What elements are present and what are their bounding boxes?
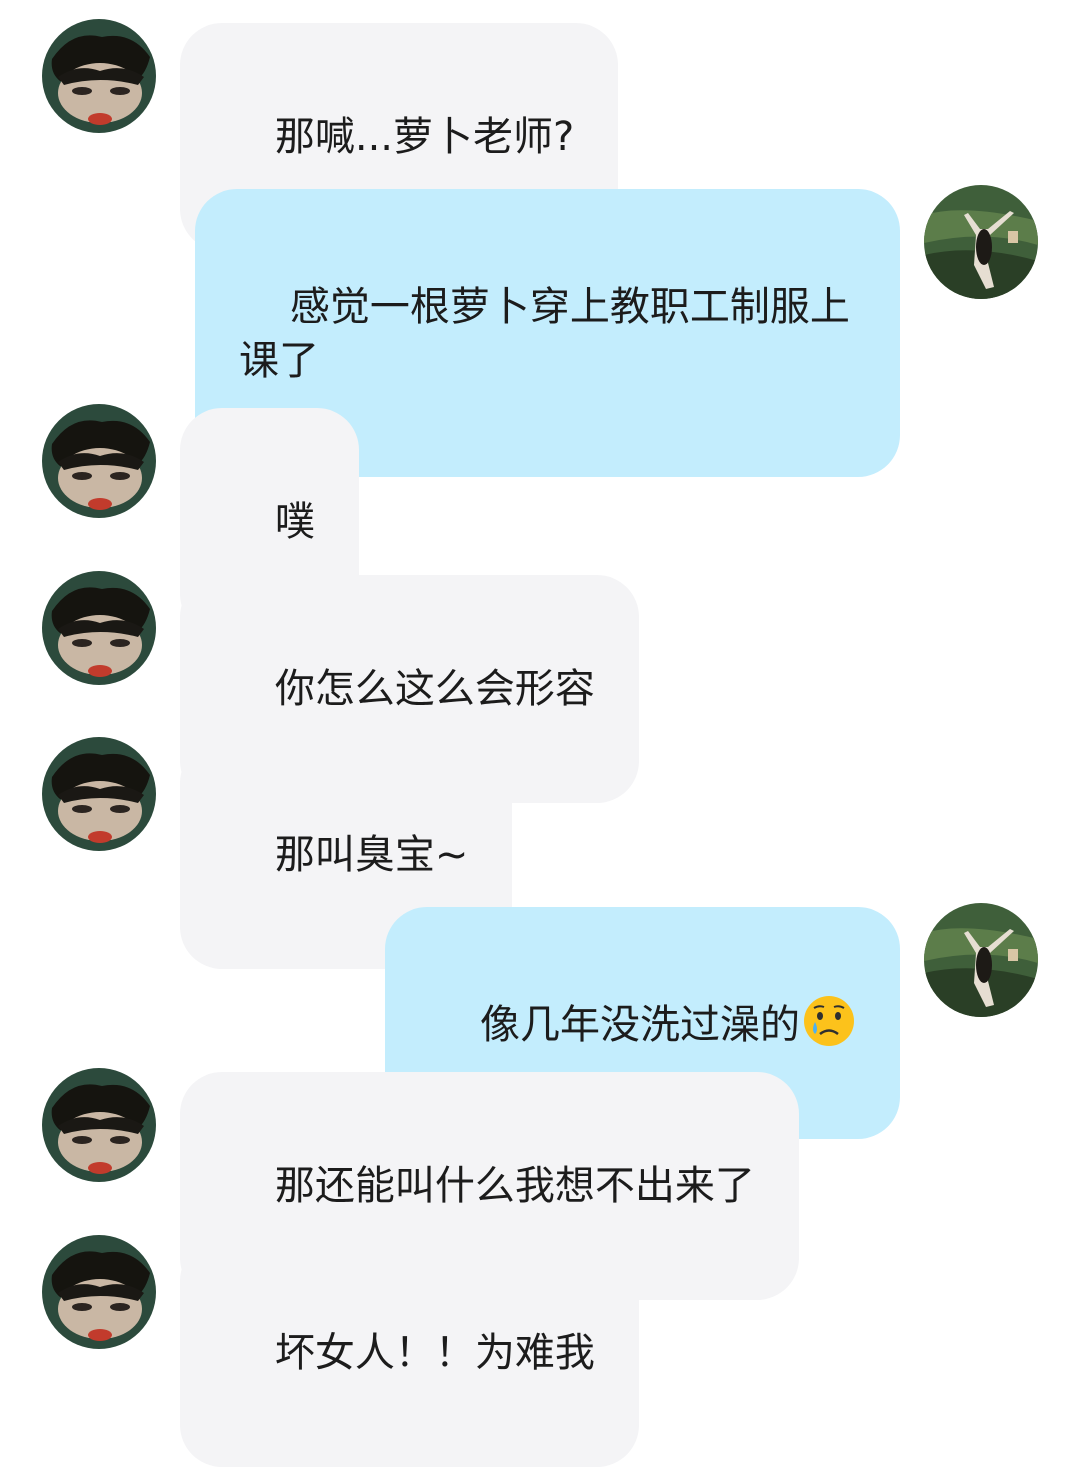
- friend-avatar[interactable]: [42, 404, 156, 518]
- my-avatar[interactable]: [924, 185, 1038, 299]
- message-text: 那还能叫什么我想不出来了: [274, 1163, 755, 1209]
- friend-avatar-icon: [42, 404, 156, 518]
- friend-avatar[interactable]: [42, 19, 156, 133]
- message-text: 那喊...萝卜老师?: [274, 114, 575, 160]
- crying-face-emoji: [804, 996, 854, 1046]
- my-avatar-icon: [924, 185, 1038, 299]
- friend-avatar-icon: [42, 571, 156, 685]
- message-text: 感觉一根萝卜穿上教职工制服上课了: [239, 284, 850, 384]
- message-text: 坏女人！！为难我: [274, 1330, 595, 1376]
- friend-avatar[interactable]: [42, 1235, 156, 1349]
- friend-avatar-icon: [42, 1235, 156, 1349]
- message-text: 那叫臭宝~: [274, 832, 469, 878]
- my-avatar-icon: [924, 903, 1038, 1017]
- friend-avatar-icon: [42, 1068, 156, 1182]
- friend-avatar-icon: [42, 19, 156, 133]
- friend-avatar[interactable]: [42, 571, 156, 685]
- friend-avatar[interactable]: [42, 1068, 156, 1182]
- friend-avatar-icon: [42, 737, 156, 851]
- message-text: 像几年没洗过澡的: [480, 1002, 800, 1048]
- my-avatar[interactable]: [924, 903, 1038, 1017]
- friend-avatar[interactable]: [42, 737, 156, 851]
- message-bubble-incoming: 坏女人！！为难我: [180, 1239, 639, 1467]
- message-text: 你怎么这么会形容: [274, 666, 595, 712]
- chat-conversation: 那喊...萝卜老师? 感觉一根萝卜穿上教职工制服上课了 噗 你怎么这么会形容 那…: [0, 0, 1080, 1467]
- message-text: 噗: [274, 499, 315, 545]
